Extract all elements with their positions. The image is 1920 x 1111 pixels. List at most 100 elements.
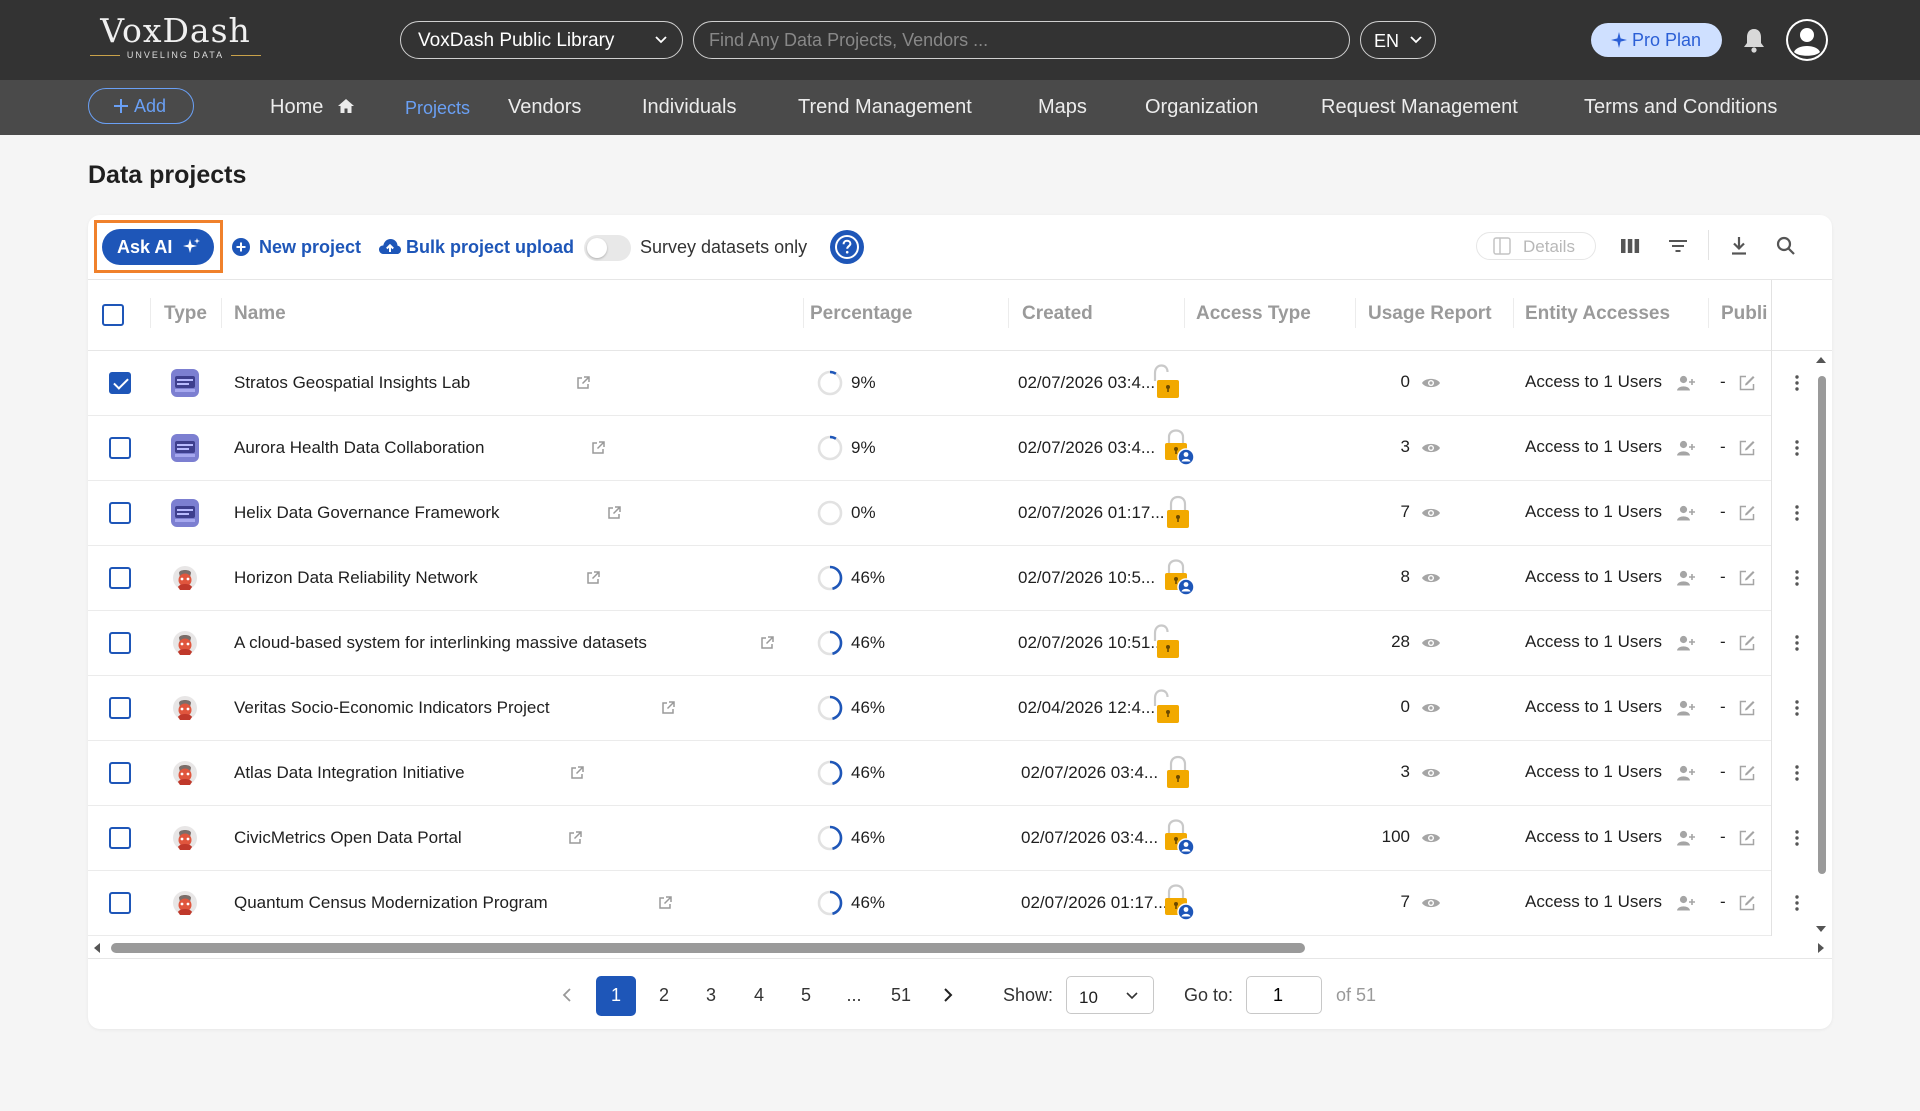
table-row[interactable]: Aurora Health Data Collaboration 9% 02/07/… (88, 416, 1799, 481)
row-checkbox[interactable] (109, 567, 131, 589)
table-row[interactable]: Stratos Geospatial Insights Lab 9% 02/07/2… (88, 351, 1799, 416)
download-icon[interactable] (1727, 234, 1751, 258)
help-button[interactable] (830, 230, 864, 264)
external-link-icon[interactable] (567, 830, 583, 846)
nav-home[interactable]: Home (270, 96, 355, 119)
table-row[interactable]: Veritas Socio-Economic Indicators Projec… (88, 676, 1799, 741)
vertical-scroll-thumb[interactable] (1818, 376, 1826, 874)
more-options-icon[interactable] (1794, 504, 1800, 522)
column-header-type[interactable]: Type (164, 303, 207, 325)
library-select[interactable]: VoxDash Public Library (400, 21, 683, 59)
ask-ai-button[interactable]: Ask AI (102, 229, 214, 265)
eye-icon[interactable] (1421, 441, 1441, 455)
table-row[interactable]: Quantum Census Modernization Program 46% 0… (88, 871, 1799, 936)
edit-icon[interactable] (1738, 504, 1756, 522)
table-row[interactable]: A cloud-based system for interlinking ma… (88, 611, 1799, 676)
lock-user-icon[interactable] (1160, 428, 1196, 466)
user-add-icon[interactable] (1676, 829, 1696, 847)
nav-individuals[interactable]: Individuals (642, 96, 737, 119)
scroll-left-icon[interactable] (92, 942, 102, 954)
nav-projects[interactable]: Projects (405, 98, 470, 119)
edit-icon[interactable] (1738, 374, 1756, 392)
plus-circle-icon[interactable] (232, 238, 250, 256)
pro-plan-button[interactable]: Pro Plan (1591, 23, 1722, 57)
user-add-icon[interactable] (1676, 894, 1696, 912)
column-header-access-type[interactable]: Access Type (1196, 303, 1311, 325)
column-header-name[interactable]: Name (234, 303, 286, 325)
edit-icon[interactable] (1738, 764, 1756, 782)
open-lock-icon[interactable] (1147, 688, 1183, 726)
scroll-down-icon[interactable] (1815, 924, 1827, 934)
details-button[interactable]: Details (1476, 232, 1596, 260)
project-name[interactable]: CivicMetrics Open Data Portal (234, 828, 462, 848)
column-header-usage-report[interactable]: Usage Report (1368, 303, 1492, 325)
project-name[interactable]: Atlas Data Integration Initiative (234, 763, 465, 783)
table-row[interactable]: Horizon Data Reliability Network 46% 02/07… (88, 546, 1799, 611)
eye-icon[interactable] (1421, 376, 1441, 390)
external-link-icon[interactable] (657, 895, 673, 911)
row-checkbox[interactable] (109, 632, 131, 654)
external-link-icon[interactable] (585, 570, 601, 586)
next-page-icon[interactable] (942, 987, 954, 1003)
eye-icon[interactable] (1421, 571, 1441, 585)
lock-user-icon[interactable] (1160, 818, 1196, 856)
page-51[interactable]: 51 (881, 976, 921, 1016)
user-add-icon[interactable] (1676, 699, 1696, 717)
add-button[interactable]: Add (88, 88, 194, 124)
select-all-checkbox[interactable] (102, 304, 124, 326)
goto-page-input[interactable] (1246, 976, 1322, 1014)
user-avatar[interactable] (1785, 18, 1829, 62)
row-checkbox[interactable] (109, 372, 131, 394)
nav-trend-management[interactable]: Trend Management (798, 96, 972, 119)
horizontal-scroll-thumb[interactable] (111, 943, 1305, 953)
language-select[interactable]: EN (1360, 21, 1436, 59)
filter-icon[interactable] (1666, 234, 1690, 258)
eye-icon[interactable] (1421, 766, 1441, 780)
page-5[interactable]: 5 (786, 976, 826, 1016)
more-options-icon[interactable] (1794, 569, 1800, 587)
table-row[interactable]: CivicMetrics Open Data Portal 46% 02/07/20… (88, 806, 1799, 871)
more-options-icon[interactable] (1794, 634, 1800, 652)
page-4[interactable]: 4 (739, 976, 779, 1016)
prev-page-icon[interactable] (561, 987, 573, 1003)
project-name[interactable]: Helix Data Governance Framework (234, 503, 499, 523)
column-header-created[interactable]: Created (1022, 303, 1093, 325)
search-input[interactable] (693, 21, 1350, 59)
row-checkbox[interactable] (109, 892, 131, 914)
page-3[interactable]: 3 (691, 976, 731, 1016)
nav-terms[interactable]: Terms and Conditions (1584, 96, 1777, 119)
column-header-entity-accesses[interactable]: Entity Accesses (1525, 303, 1670, 325)
external-link-icon[interactable] (575, 375, 591, 391)
project-name[interactable]: Veritas Socio-Economic Indicators Projec… (234, 698, 550, 718)
user-add-icon[interactable] (1676, 634, 1696, 652)
lock-icon[interactable] (1160, 493, 1196, 531)
project-name[interactable]: Stratos Geospatial Insights Lab (234, 373, 470, 393)
project-name[interactable]: Quantum Census Modernization Program (234, 893, 548, 913)
external-link-icon[interactable] (606, 505, 622, 521)
nav-request-management[interactable]: Request Management (1321, 96, 1518, 119)
table-row[interactable]: Helix Data Governance Framework 0% 02/07/2… (88, 481, 1799, 546)
more-options-icon[interactable] (1794, 439, 1800, 457)
page-size-select[interactable]: 10 (1066, 976, 1154, 1014)
lock-user-icon[interactable] (1160, 558, 1196, 596)
edit-icon[interactable] (1738, 634, 1756, 652)
more-options-icon[interactable] (1794, 699, 1800, 717)
external-link-icon[interactable] (590, 440, 606, 456)
edit-icon[interactable] (1738, 894, 1756, 912)
scroll-right-icon[interactable] (1816, 942, 1826, 954)
table-row[interactable]: Atlas Data Integration Initiative 46% 02/0… (88, 741, 1799, 806)
user-add-icon[interactable] (1676, 764, 1696, 782)
page-1[interactable]: 1 (596, 976, 636, 1016)
row-checkbox[interactable] (109, 827, 131, 849)
user-add-icon[interactable] (1676, 504, 1696, 522)
nav-vendors[interactable]: Vendors (508, 96, 581, 119)
user-add-icon[interactable] (1676, 374, 1696, 392)
eye-icon[interactable] (1421, 896, 1441, 910)
user-add-icon[interactable] (1676, 569, 1696, 587)
edit-icon[interactable] (1738, 829, 1756, 847)
logo[interactable]: VoxDash UNVELING DATA (88, 14, 263, 64)
row-checkbox[interactable] (109, 502, 131, 524)
lock-user-icon[interactable] (1160, 883, 1196, 921)
columns-icon[interactable] (1618, 234, 1642, 258)
project-name[interactable]: Horizon Data Reliability Network (234, 568, 478, 588)
